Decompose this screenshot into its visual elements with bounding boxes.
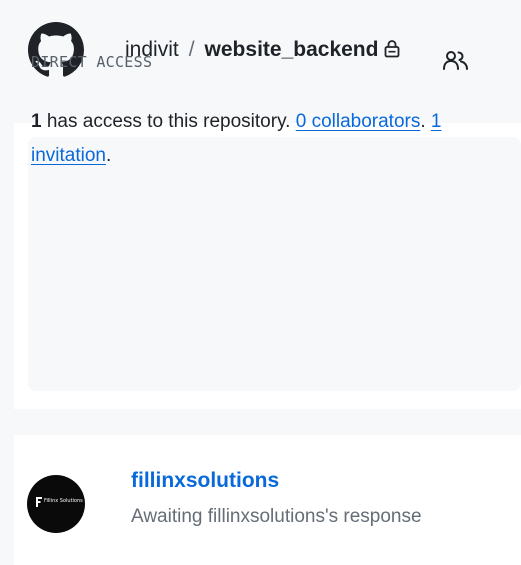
member-status: Awaiting fillinxsolutions's response: [131, 506, 422, 527]
direct-access-box: [28, 137, 521, 391]
member-list: Fillinx Solutions fillinxsolutions Await…: [14, 435, 521, 565]
lock-icon: [385, 40, 400, 58]
breadcrumb: indivit / website_backend: [125, 36, 400, 64]
collaborators-link[interactable]: 0 collaborators: [296, 111, 421, 132]
access-summary-end: .: [106, 145, 112, 166]
avatar[interactable]: Fillinx Solutions: [27, 475, 85, 533]
member-name-link[interactable]: fillinxsolutions: [131, 469, 279, 493]
access-summary-text: has access to this repository.: [41, 111, 296, 132]
direct-access-title: DIRECT ACCESS: [31, 53, 153, 71]
repo-link[interactable]: website_backend: [205, 38, 379, 61]
avatar-logo-icon: [36, 497, 42, 507]
people-icon: [443, 51, 468, 70]
access-count: 1: [31, 111, 42, 132]
breadcrumb-separator: /: [188, 38, 195, 61]
access-summary: 1 has access to this repository. 0 colla…: [31, 105, 471, 173]
repo-header: indivit / website_backend: [14, 0, 521, 97]
avatar-brand-text: Fillinx Solutions: [44, 498, 83, 504]
access-summary-separator: .: [420, 111, 431, 132]
